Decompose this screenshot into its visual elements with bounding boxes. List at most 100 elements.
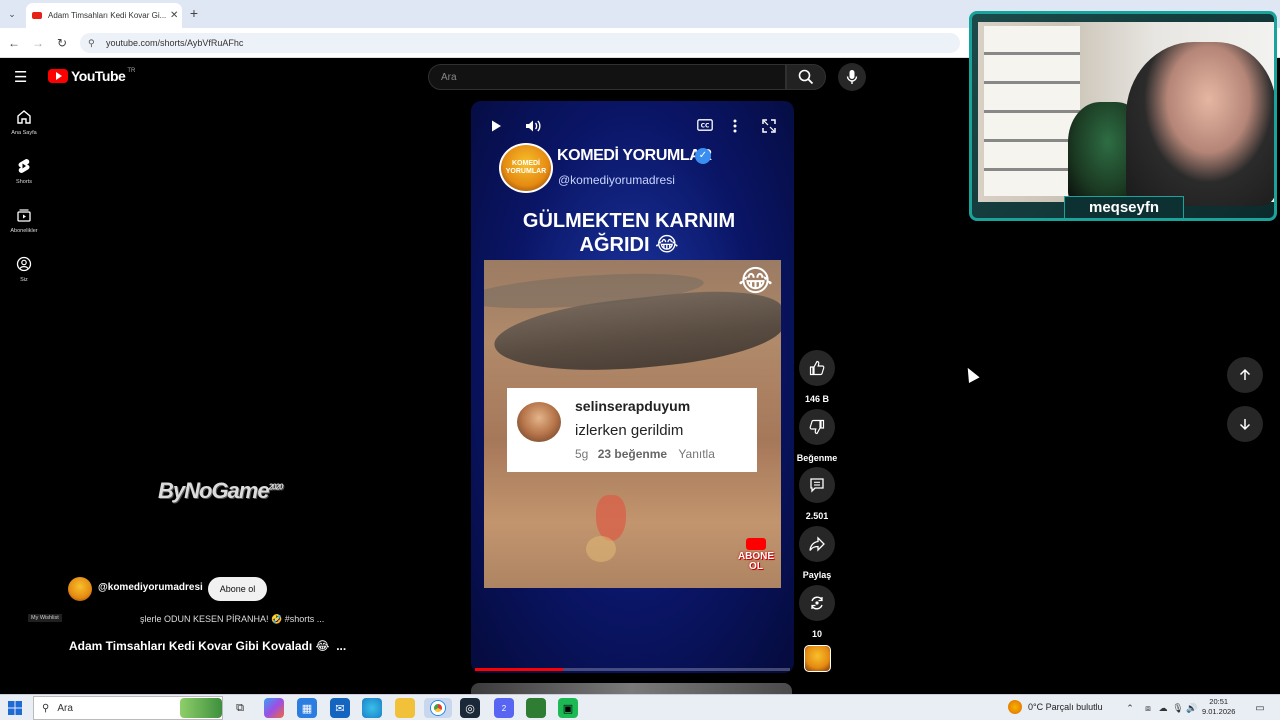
sidebar-item-shorts[interactable]: Shorts [0,157,48,185]
fullscreen-icon[interactable] [762,119,776,133]
copilot-icon[interactable] [264,698,284,718]
comment-meta: 5g 23 beğenme Yanıtla [575,447,715,461]
video-title-text: Adam Timsahları Kedi Kovar Gibi Kovaladı… [69,639,330,653]
play-icon[interactable] [489,119,503,133]
more-description-button[interactable]: ... [336,639,346,653]
subscriptions-icon [15,206,33,224]
microsoft-store-icon[interactable]: ▦ [297,698,317,718]
verified-badge-icon: ✓ [695,148,711,164]
clock-time: 20:51 [1209,697,1229,706]
system-tray-chevron-icon[interactable]: ⌃ [1120,698,1140,718]
back-button[interactable]: ← [6,35,22,51]
overlay-comment-card: selinserapduyum izlerken gerildim 5g 23 … [507,388,757,472]
channel-handle[interactable]: @komediyorumadresi [98,582,203,593]
forward-button[interactable]: → [30,35,46,51]
sound-source-avatar[interactable] [804,645,831,672]
captions-icon[interactable]: CC [697,119,713,131]
arrow-up-icon [1239,368,1251,380]
webcam-feed [978,22,1274,206]
discord-icon[interactable]: 2 [494,698,514,718]
remix-icon [799,585,835,621]
comment-count: 2.501 [805,511,829,521]
home-icon [15,108,33,126]
next-short-button[interactable] [1227,406,1263,442]
subscribe-button[interactable]: Abone ol [208,577,267,601]
address-bar[interactable]: ⚲ youtube.com/shorts/AybVfRuAFhc [80,33,960,53]
streamer-name: meqseyfn [1064,196,1184,218]
new-tab-button[interactable]: + [186,5,202,21]
comment-likes: 23 beğenme [597,447,668,461]
commenter-username: selinserapduyum [575,398,691,414]
address-url: youtube.com/shorts/AybVfRuAFhc [106,38,244,48]
notifications-icon[interactable]: ▭ [1250,698,1270,718]
streamer-brand-watermark: ByNoGame2020 [158,478,284,504]
wishlist-tooltip: My Wishlist [28,614,62,622]
webcam-overlay: meqseyfn [969,11,1277,221]
search-placeholder: Ara [441,71,457,83]
comments-button[interactable]: 2.501 [797,467,837,521]
sidebar-item-you[interactable]: Siz [0,255,48,283]
sidebar-item-home[interactable]: Ana Sayfa [0,108,48,136]
reload-button[interactable]: ↻ [54,35,70,51]
previous-short-button[interactable] [1227,357,1263,393]
steam-icon[interactable]: ◎ [460,698,480,718]
clock-date: 9.01.2026 [1202,707,1236,716]
you-icon [15,255,33,273]
video-clip-frame: 😂 selinserapduyum izlerken gerildim 5g 2… [484,260,781,588]
streaming-app-icon[interactable]: ▣ [558,698,578,718]
shorts-icon [15,157,33,175]
windows-start-icon[interactable] [8,701,22,715]
brand-sup: 2020 [268,482,284,492]
weather-widget[interactable]: 0°C Parçalı bulutlu [1008,700,1103,714]
windows-taskbar: ⚲ Ara ⧉ ▦ ✉ ◎ 2 ▣ 0°C Parçalı bulutlu ⌃ ⧈… [0,694,1280,720]
browser-tab[interactable]: Adam Timsahları Kedi Kovar Gi... ✕ [26,3,182,28]
overlay-channel-logo: KOMEDİ YORUMLAR [499,143,553,193]
shorts-video-player[interactable]: CC KOMEDİ YORUMLAR KOMEDİ YORUMLAR ✓ @ko… [471,101,794,673]
search-button[interactable] [786,64,826,90]
video-description-line[interactable]: şlerle ODUN KESEN PİRANHA! 🤣 #shorts ... [140,614,324,625]
remix-button[interactable]: 10 [797,585,837,639]
search-icon [798,69,814,85]
share-button[interactable]: Paylaş [797,526,837,580]
edge-browser-icon[interactable] [362,698,382,718]
dislike-button[interactable]: Beğenme [797,409,837,463]
sidebar-item-subscriptions[interactable]: Abonelikler [0,206,48,234]
outlook-icon[interactable]: ✉ [330,698,350,718]
thumbs-up-icon [799,350,835,386]
video-progress-bar[interactable] [475,668,790,671]
youtube-wordmark: YouTube [71,68,126,84]
youtube-logo[interactable]: YouTube TR [48,68,135,84]
close-tab-icon[interactable]: ✕ [170,10,182,21]
thumbs-down-icon [799,409,835,445]
file-explorer-icon[interactable] [395,698,415,718]
arrow-down-icon [1239,419,1251,431]
tab-search-chevron-icon[interactable]: ⌄ [4,6,20,22]
hamburger-menu-icon[interactable]: ☰ [14,68,34,86]
youtube-play-logo-icon [746,538,766,550]
like-button[interactable]: 146 B [797,350,837,404]
taskbar-search-placeholder: Ara [57,702,73,714]
weather-icon [1008,700,1022,714]
chrome-active-icon[interactable] [424,698,452,718]
bookshelf-shape [984,26,1080,196]
youtube-favicon-icon [32,12,42,19]
search-input[interactable]: Ara [428,64,786,90]
overlay-channel-handle: @komediyorumadresi [558,173,675,187]
remix-count: 10 [811,629,822,639]
comment-reply: Yanıtla [678,447,715,461]
streamer-figure [1126,42,1274,206]
share-icon [799,526,835,562]
nvidia-icon[interactable] [526,698,546,718]
volume-tray-icon[interactable]: 🔊 [1182,698,1202,718]
taskbar-clock[interactable]: 20:51 9.01.2026 [1202,697,1235,717]
voice-search-button[interactable] [838,63,866,91]
video-title[interactable]: Adam Timsahları Kedi Kovar Gibi Kovaladı… [69,639,346,653]
more-options-icon[interactable] [733,119,737,133]
search-highlight-image[interactable] [180,698,222,718]
country-code: TR [127,68,136,74]
comment-age: 5g [575,447,589,461]
site-info-icon[interactable]: ⚲ [88,38,98,49]
volume-icon[interactable] [525,119,543,133]
task-view-icon[interactable]: ⧉ [230,698,250,718]
channel-avatar[interactable] [68,577,92,601]
